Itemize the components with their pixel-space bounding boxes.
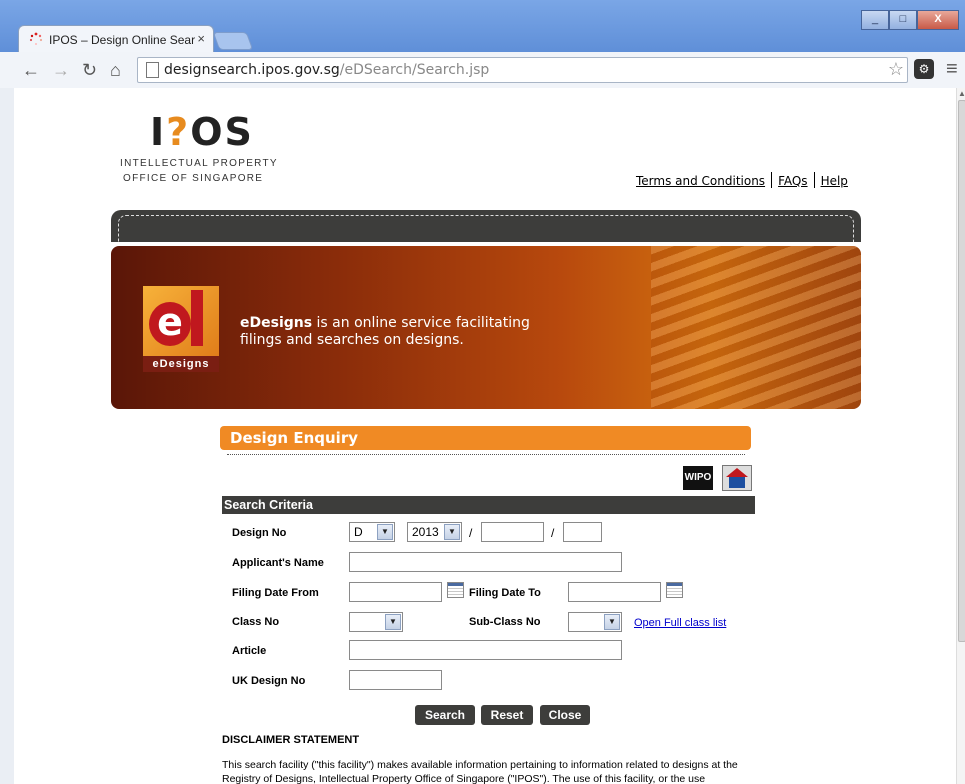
window-titlebar: IPOS – Design Online Sear × _ □ X xyxy=(0,0,965,53)
close-window-button[interactable]: X xyxy=(917,10,959,30)
reload-icon[interactable]: ↻ xyxy=(82,60,97,80)
filing-date-from-label: Filing Date From xyxy=(232,587,319,599)
design-no-prefix-select[interactable]: D ▼ xyxy=(349,522,395,542)
close-button[interactable]: Close xyxy=(540,705,590,725)
chevron-down-icon: ▼ xyxy=(377,524,393,540)
filing-date-from-input[interactable] xyxy=(349,582,442,602)
open-full-class-list-link[interactable]: Open Full class list xyxy=(634,617,726,629)
terms-link[interactable]: Terms and Conditions xyxy=(636,174,765,188)
top-links: Terms and Conditions FAQs Help xyxy=(636,172,848,188)
page-content: I?OS INTELLECTUAL PROPERTY OFFICE OF SIN… xyxy=(14,88,956,784)
edesigns-banner: e eDesigns eDesigns is an online service… xyxy=(111,246,861,409)
forward-icon[interactable]: → xyxy=(52,60,70,80)
applicant-name-label: Applicant's Name xyxy=(232,557,324,569)
loading-icon xyxy=(29,32,43,45)
applicant-name-input[interactable] xyxy=(349,552,622,572)
tab-title: IPOS – Design Online Sear xyxy=(49,33,196,47)
address-bar[interactable]: designsearch.ipos.gov.sg/eDSearch/Search… xyxy=(137,57,908,83)
logo-line-2: OFFICE OF SINGAPORE xyxy=(123,173,264,184)
filing-date-to-input[interactable] xyxy=(568,582,661,602)
bookmark-star-icon[interactable]: ☆ xyxy=(888,59,904,80)
slash-separator: / xyxy=(469,526,473,540)
url-text[interactable]: designsearch.ipos.gov.sg/eDSearch/Search… xyxy=(164,62,489,78)
browser-tab[interactable]: IPOS – Design Online Sear × xyxy=(18,25,214,53)
design-no-suffix-input[interactable] xyxy=(563,522,602,542)
calendar-icon[interactable] xyxy=(447,582,464,598)
design-no-label: Design No xyxy=(232,527,287,539)
disclaimer-text: This search facility ("this facility") m… xyxy=(222,759,738,784)
header-nav-band xyxy=(111,210,861,242)
banner-tagline: eDesigns is an online service facilitati… xyxy=(240,315,530,348)
article-input[interactable] xyxy=(349,640,622,660)
disclaimer-title: DISCLAIMER STATEMENT xyxy=(222,734,360,746)
extension-icon[interactable]: ⚙ xyxy=(914,59,934,79)
uk-design-no-label: UK Design No xyxy=(232,675,306,687)
vertical-scrollbar[interactable]: ▲ xyxy=(956,88,965,784)
slash-separator: / xyxy=(551,526,555,540)
design-no-number-input[interactable] xyxy=(481,522,544,542)
dotted-divider xyxy=(227,454,745,455)
logo-line-1: INTELLECTUAL PROPERTY xyxy=(120,158,278,169)
edesigns-logo-caption: eDesigns xyxy=(152,358,210,370)
back-icon[interactable]: ← xyxy=(22,60,40,80)
browser-toolbar: ← → ↻ ⌂ designsearch.ipos.gov.sg/eDSearc… xyxy=(0,52,965,89)
calendar-icon[interactable] xyxy=(666,582,683,598)
reset-button[interactable]: Reset xyxy=(481,705,533,725)
home-icon[interactable]: ⌂ xyxy=(110,60,121,80)
ipos-logo[interactable]: I?OS INTELLECTUAL PROPERTY OFFICE OF SIN… xyxy=(120,110,280,190)
design-no-year-select[interactable]: 2013 ▼ xyxy=(407,522,462,542)
chevron-down-icon: ▼ xyxy=(385,614,401,630)
scrollbar-thumb[interactable] xyxy=(958,100,965,642)
design-enquiry-title: Design Enquiry xyxy=(230,429,358,447)
article-label: Article xyxy=(232,645,267,657)
page-icon xyxy=(146,62,159,78)
menu-icon[interactable]: ≡ xyxy=(946,58,958,81)
wipo-icon[interactable]: WIPO xyxy=(683,466,713,490)
keyboard-photo xyxy=(651,246,861,409)
minimize-button[interactable]: _ xyxy=(861,10,889,30)
filing-date-to-label: Filing Date To xyxy=(469,587,541,599)
search-criteria-header: Search Criteria xyxy=(222,496,755,514)
faqs-link[interactable]: FAQs xyxy=(778,174,808,188)
maximize-button[interactable]: □ xyxy=(889,10,917,30)
chevron-down-icon: ▼ xyxy=(444,524,460,540)
tab-close-icon[interactable]: × xyxy=(197,31,205,46)
edesigns-logo: e eDesigns xyxy=(143,286,219,372)
new-tab-button[interactable] xyxy=(212,32,254,50)
logo-mark: I?OS xyxy=(150,110,254,154)
uk-design-no-input[interactable] xyxy=(349,670,442,690)
home-page-icon[interactable] xyxy=(722,465,752,491)
sub-class-no-select[interactable]: ▼ xyxy=(568,612,622,632)
window-controls: _ □ X xyxy=(861,10,959,30)
help-link[interactable]: Help xyxy=(821,174,848,188)
window-left-border xyxy=(0,88,15,784)
sub-class-no-label: Sub-Class No xyxy=(469,616,541,628)
class-no-label: Class No xyxy=(232,616,280,628)
search-button[interactable]: Search xyxy=(415,705,475,725)
class-no-select[interactable]: ▼ xyxy=(349,612,403,632)
scroll-up-icon[interactable]: ▲ xyxy=(958,89,965,98)
chevron-down-icon: ▼ xyxy=(604,614,620,630)
design-enquiry-header: Design Enquiry xyxy=(220,426,751,450)
